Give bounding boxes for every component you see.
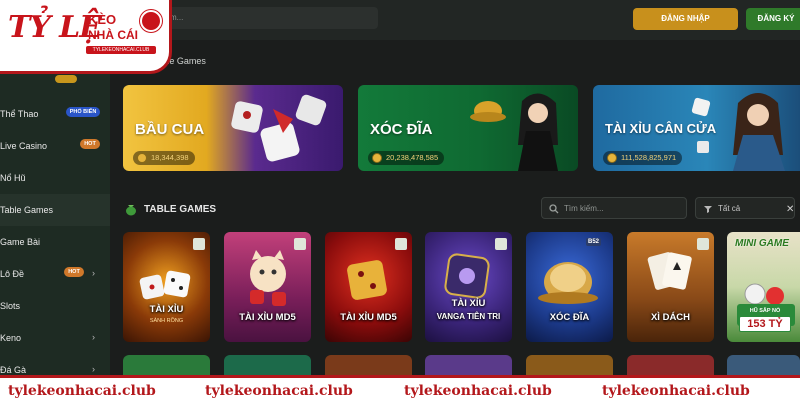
search-placeholder: Tìm kiếm... xyxy=(564,204,604,213)
header-search-input[interactable]: m... xyxy=(150,7,378,29)
sidebar-item-live-casino[interactable]: Live Casino HOT xyxy=(0,130,110,162)
category-filter[interactable]: Tất cả xyxy=(695,197,795,219)
provider-tag: B52 xyxy=(586,238,602,246)
game-card-label: TÀI XỈU xyxy=(149,304,184,315)
game-card-tai-xiu-sanh-rong[interactable]: TÀI XỈU SÀNH RỒNG xyxy=(123,232,210,342)
chevron-right-icon: › xyxy=(92,364,95,374)
sidebar-item-label: Đá Gà xyxy=(0,365,27,375)
game-card-tai-xiu-md5-b[interactable]: TÀI XỈU MD5 xyxy=(325,232,412,342)
money-bag-icon xyxy=(126,205,136,216)
game-card-tai-xiu-vanga[interactable]: TÀI XỈU VANGA TIÊN TRI xyxy=(425,232,512,342)
watermark-text: tylekeonhacai.club xyxy=(602,383,750,399)
logo-text-nhacai: NHÀ CÁI xyxy=(88,28,138,42)
game-card-label: TÀI XỈU MD5 xyxy=(239,312,296,323)
banner-bau-cua[interactable]: BẦU CUA 18,344,398 xyxy=(123,85,343,171)
coin-icon xyxy=(372,153,382,163)
register-button[interactable]: ĐĂNG KÝ xyxy=(746,8,800,30)
jackpot-value: 153 TỶ xyxy=(739,316,791,332)
banner-title: TÀI XỈU CÂN CỬA xyxy=(605,121,717,136)
sidebar: Thể Thao PHỔ BIẾN Live Casino HOT Nổ Hũ … xyxy=(0,40,110,400)
login-button[interactable]: ĐĂNG NHẬP xyxy=(633,8,738,30)
provider-badge xyxy=(294,238,306,250)
sidebar-item-label: Game Bài xyxy=(0,237,41,247)
banner-xoc-dia[interactable]: XÓC ĐĨA 20,238,478,585 xyxy=(358,85,578,171)
game-card-peek[interactable] xyxy=(627,355,714,375)
hot-badge: HOT xyxy=(64,267,84,277)
sidebar-item-label: Thể Thao xyxy=(0,109,39,119)
provider-badge xyxy=(697,238,709,250)
sidebar-item-game-bai[interactable]: Game Bài xyxy=(0,226,110,258)
game-card-peek[interactable] xyxy=(526,355,613,375)
section-title: TABLE GAMES xyxy=(144,204,217,215)
logo-club-label: TYLEKEONHACAI.CLUB xyxy=(86,46,156,54)
game-card-peek[interactable] xyxy=(224,355,311,375)
provider-badge xyxy=(495,238,507,250)
close-icon[interactable]: ✕ xyxy=(786,204,794,215)
game-card-sub: SÀNH RỒNG xyxy=(149,318,184,324)
game-card-peek[interactable] xyxy=(325,355,412,375)
jackpot-value: 18,344,398 xyxy=(151,153,189,162)
mini-game-title: MINI GAME xyxy=(735,238,789,249)
game-card-peek[interactable] xyxy=(123,355,210,375)
search-icon xyxy=(549,204,559,214)
site-logo[interactable]: TỶ LỆ KÈO NHÀ CÁI TYLEKEONHACAI.CLUB xyxy=(0,0,172,74)
filter-value: Tất cả xyxy=(718,204,741,213)
game-card-label: TÀI XỈU xyxy=(451,298,486,309)
chevron-right-icon: › xyxy=(92,268,95,278)
game-card-peek[interactable] xyxy=(727,355,800,375)
bowl-icon xyxy=(538,262,598,304)
sidebar-item-label: Table Games xyxy=(0,205,54,215)
coin-icon xyxy=(607,153,617,163)
sidebar-item-no-hu[interactable]: Nổ Hũ xyxy=(0,162,110,194)
jackpot-counter: 20,238,478,585 xyxy=(368,151,445,165)
popular-badge: PHỔ BIẾN xyxy=(66,107,100,117)
banner-tai-xiu-can-cua[interactable]: TÀI XỈU CÂN CỬA 111,528,825,971 xyxy=(593,85,800,171)
game-card-label: XÓC ĐĨA xyxy=(549,312,590,323)
game-card-label-2: VANGA TIÊN TRI xyxy=(436,312,501,321)
watermark-band: tylekeonhacai.club tylekeonhacai.club ty… xyxy=(0,375,800,400)
banner-title: BẦU CUA xyxy=(135,121,205,138)
game-card-peek[interactable] xyxy=(425,355,512,375)
game-card-xoc-dia[interactable]: B52 XÓC ĐĨA xyxy=(526,232,613,342)
game-card-label: XÌ DÁCH xyxy=(650,312,691,323)
provider-badge xyxy=(193,238,205,250)
sidebar-item-slots[interactable]: Slots xyxy=(0,290,110,322)
sidebar-item-label: Slots xyxy=(0,301,21,311)
filter-icon xyxy=(704,206,712,213)
logo-text-keo: KÈO xyxy=(88,12,117,27)
sidebar-item-lo-de[interactable]: Lô Đề HOT › xyxy=(0,258,110,290)
sidebar-item-label: Live Casino xyxy=(0,141,48,151)
sidebar-item-keno[interactable]: Keno › xyxy=(0,322,110,354)
sidebar-item-label: Lô Đề xyxy=(0,269,25,279)
football-icon xyxy=(140,10,162,32)
hot-badge: HOT xyxy=(80,139,100,149)
banner-title: XÓC ĐĨA xyxy=(370,121,433,138)
avatar-peek xyxy=(55,75,77,83)
watermark-text: tylekeonhacai.club xyxy=(404,383,552,399)
game-search-input[interactable]: Tìm kiếm... xyxy=(541,197,687,219)
jackpot-counter: 111,528,825,971 xyxy=(603,151,683,165)
jackpot-value: 20,238,478,585 xyxy=(386,153,439,162)
sidebar-item-label: Nổ Hũ xyxy=(0,173,26,183)
jackpot-label: HŨ SẮP NỔ xyxy=(749,308,781,314)
provider-badge xyxy=(395,238,407,250)
game-card-tai-xiu-md5-a[interactable]: TÀI XỈU MD5 xyxy=(224,232,311,342)
sidebar-item-the-thao[interactable]: Thể Thao PHỔ BIẾN xyxy=(0,98,110,130)
chevron-right-icon: › xyxy=(92,332,95,342)
coin-icon xyxy=(137,153,147,163)
watermark-text: tylekeonhacai.club xyxy=(205,383,353,399)
jackpot-value: 111,528,825,971 xyxy=(621,153,677,162)
watermark-text: tylekeonhacai.club xyxy=(8,383,156,399)
game-card-label: TÀI XỈU MD5 xyxy=(340,312,397,323)
game-card-xi-dach[interactable]: XÌ DÁCH xyxy=(627,232,714,342)
sidebar-item-table-games[interactable]: Table Games xyxy=(0,194,110,226)
sidebar-item-label: Keno xyxy=(0,333,22,343)
game-card-mini-game[interactable]: MINI GAME HŨ SẮP NỔ 153 TỶ xyxy=(727,232,800,342)
jackpot-counter: 18,344,398 xyxy=(133,151,195,165)
